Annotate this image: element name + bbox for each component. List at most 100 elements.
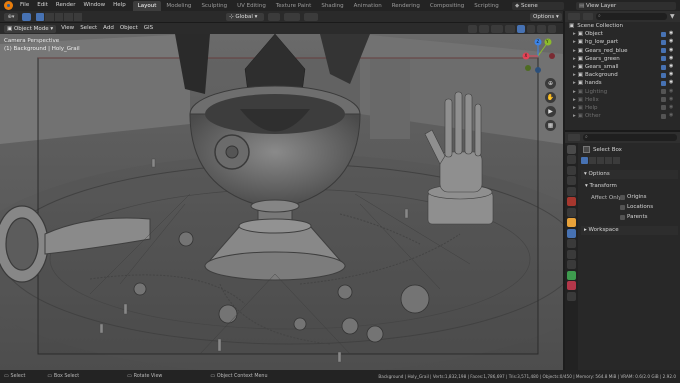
exclude-checkbox[interactable] bbox=[661, 97, 666, 103]
expand-chevron-icon[interactable]: ▸ bbox=[573, 72, 576, 78]
expand-chevron-icon[interactable]: ▸ bbox=[573, 80, 576, 86]
blender-logo-icon[interactable] bbox=[4, 1, 13, 10]
exclude-checkbox[interactable] bbox=[661, 39, 666, 45]
visibility-eye-icon[interactable]: ◉ bbox=[669, 47, 673, 53]
visibility-eye-icon[interactable]: ◉ bbox=[669, 38, 673, 44]
exclude-checkbox[interactable] bbox=[661, 48, 666, 54]
origins-checkbox-row[interactable]: Origins bbox=[620, 194, 647, 200]
exclude-checkbox[interactable] bbox=[661, 64, 666, 70]
expand-chevron-icon[interactable]: ▸ bbox=[573, 48, 576, 54]
visibility-eye-icon[interactable]: ◉ bbox=[669, 63, 673, 69]
tab-rendering[interactable]: Rendering bbox=[387, 1, 425, 11]
zoom-icon[interactable]: ⊕ bbox=[545, 78, 556, 89]
exclude-checkbox[interactable] bbox=[661, 56, 666, 62]
proportional-edit-icon[interactable] bbox=[304, 13, 318, 21]
modifier-tab-icon[interactable] bbox=[567, 228, 576, 238]
pivot-icon[interactable] bbox=[268, 13, 280, 21]
options-dropdown[interactable]: Options ▾ bbox=[530, 13, 562, 21]
tab-uv-editing[interactable]: UV Editing bbox=[232, 1, 271, 11]
outliner-item[interactable]: ▸ ▣ Lighting ◉ bbox=[565, 88, 680, 96]
outliner-item[interactable]: ▸ ▣ Gears_red_blue ◉ bbox=[565, 47, 680, 55]
menu-object[interactable]: Object bbox=[117, 23, 141, 34]
exclude-checkbox[interactable] bbox=[661, 105, 666, 111]
outliner-item[interactable]: ▸ ▣ Other ◉ bbox=[565, 112, 680, 120]
filter-icon[interactable]: ▼ bbox=[670, 13, 677, 20]
expand-chevron-icon[interactable]: ▸ bbox=[573, 39, 576, 45]
outliner-item[interactable]: ▸ ▣ hg_low_part ◉ bbox=[565, 38, 680, 46]
menu-gis[interactable]: GIS bbox=[141, 23, 156, 34]
particles-tab-icon[interactable] bbox=[567, 239, 576, 248]
expand-chevron-icon[interactable]: ▸ bbox=[573, 31, 576, 37]
tab-texture-paint[interactable]: Texture Paint bbox=[271, 1, 317, 11]
render-tab-icon[interactable] bbox=[567, 155, 576, 164]
select-tool-icon[interactable] bbox=[22, 13, 31, 21]
exclude-checkbox[interactable] bbox=[661, 72, 666, 78]
exclude-checkbox[interactable] bbox=[661, 89, 666, 95]
outliner-search-input[interactable]: ⌕ bbox=[596, 13, 667, 20]
exclude-checkbox[interactable] bbox=[661, 31, 666, 37]
expand-chevron-icon[interactable]: ▸ bbox=[573, 89, 576, 95]
transform-orientation-dropdown[interactable]: ⊹ Global ▾ bbox=[226, 13, 264, 21]
tab-scripting[interactable]: Scripting bbox=[469, 1, 503, 11]
physics-tab-icon[interactable] bbox=[567, 249, 576, 259]
expand-chevron-icon[interactable]: ▸ bbox=[573, 97, 576, 103]
scene-selector[interactable]: ◆ Scene bbox=[512, 1, 564, 10]
exclude-checkbox[interactable] bbox=[661, 80, 666, 86]
world-tab-icon[interactable] bbox=[567, 197, 576, 206]
scene-tab-icon[interactable] bbox=[567, 186, 576, 196]
locations-checkbox-row[interactable]: Locations bbox=[620, 204, 653, 210]
locations-checkbox[interactable] bbox=[620, 204, 625, 210]
outliner-item[interactable]: ▸ ▣ hands ◉ bbox=[565, 79, 680, 87]
outliner-editor-icon[interactable] bbox=[568, 13, 580, 20]
perspective-grid-icon[interactable]: ▦ bbox=[545, 120, 556, 131]
snap-icon[interactable] bbox=[284, 13, 300, 21]
menu-select[interactable]: Select bbox=[77, 23, 100, 34]
expand-chevron-icon[interactable]: ▸ bbox=[573, 56, 576, 62]
outliner-item[interactable]: ▸ ▣ Help ◉ bbox=[565, 104, 680, 112]
workspace-section-header[interactable]: ▸ Workspace bbox=[581, 226, 678, 235]
select-mode-row[interactable] bbox=[581, 157, 620, 164]
select-box-row[interactable]: Select Box bbox=[583, 146, 622, 153]
visibility-eye-icon[interactable]: ◉ bbox=[669, 96, 673, 102]
tab-sculpting[interactable]: Sculpting bbox=[196, 1, 232, 11]
expand-chevron-icon[interactable]: ▸ bbox=[573, 64, 576, 70]
pan-hand-icon[interactable]: ✋ bbox=[545, 92, 556, 103]
menu-edit[interactable]: Edit bbox=[33, 0, 52, 11]
outliner-item[interactable]: ▸ ▣ Gears_green ◉ bbox=[565, 55, 680, 63]
select-mode-buttons[interactable] bbox=[36, 13, 83, 21]
visibility-eye-icon[interactable]: ◉ bbox=[669, 112, 673, 118]
parents-checkbox-row[interactable]: Parents bbox=[620, 214, 647, 220]
camera-view-icon[interactable]: ▶ bbox=[545, 106, 556, 117]
editor-type-icon[interactable]: ⊕▾ bbox=[4, 13, 18, 21]
outliner-item[interactable]: ▸ ▣ Background ◉ bbox=[565, 71, 680, 79]
texture-tab-icon[interactable] bbox=[567, 291, 576, 301]
navigation-gizmo[interactable]: Y Z X bbox=[518, 36, 558, 76]
properties-editor-icon[interactable] bbox=[568, 134, 580, 141]
view-layer-tab-icon[interactable] bbox=[567, 176, 576, 185]
data-tab-icon[interactable] bbox=[567, 270, 576, 280]
exclude-checkbox[interactable] bbox=[661, 113, 666, 119]
tool-tab-icon[interactable] bbox=[567, 144, 576, 154]
material-tab-icon[interactable] bbox=[567, 281, 576, 290]
expand-chevron-icon[interactable]: ▸ bbox=[573, 105, 576, 111]
outliner-item[interactable]: ▸ ▣ Helix ◉ bbox=[565, 96, 680, 104]
output-tab-icon[interactable] bbox=[567, 165, 576, 175]
visibility-eye-icon[interactable]: ◉ bbox=[669, 104, 673, 110]
visibility-eye-icon[interactable]: ◉ bbox=[669, 55, 673, 61]
mode-dropdown[interactable]: ▣ Object Mode ▾ bbox=[4, 24, 57, 33]
menu-window[interactable]: Window bbox=[79, 0, 109, 11]
menu-help[interactable]: Help bbox=[109, 0, 130, 11]
view-layer-selector[interactable]: ▤ View Layer bbox=[576, 1, 676, 10]
scene-collection-row[interactable]: ▣ Scene Collection bbox=[565, 22, 680, 30]
outliner-item[interactable]: ▸ ▣ Object ◉ bbox=[565, 30, 680, 38]
menu-add[interactable]: Add bbox=[100, 23, 117, 34]
menu-file[interactable]: File bbox=[16, 0, 33, 11]
visibility-eye-icon[interactable]: ◉ bbox=[669, 71, 673, 77]
constraints-tab-icon[interactable] bbox=[567, 260, 576, 269]
transform-subsection-header[interactable]: ▾ Transform bbox=[585, 182, 617, 191]
properties-search-input[interactable]: ⌕ bbox=[583, 134, 677, 141]
object-tab-icon[interactable] bbox=[567, 218, 576, 227]
parents-checkbox[interactable] bbox=[620, 214, 625, 220]
viewport-shading-buttons[interactable] bbox=[468, 25, 557, 33]
tab-shading[interactable]: Shading bbox=[316, 1, 348, 11]
